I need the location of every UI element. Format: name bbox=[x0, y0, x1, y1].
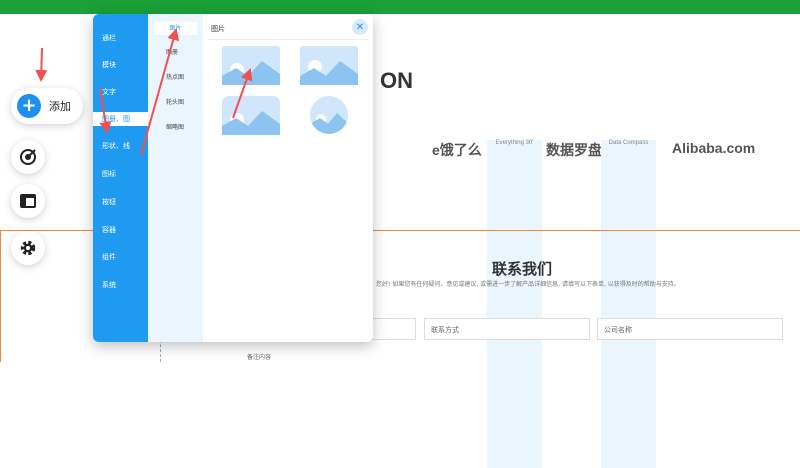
arrow-to-gallery bbox=[99, 87, 112, 134]
annotation-arrows bbox=[35, 28, 253, 156]
arrow-to-thumb bbox=[232, 68, 253, 119]
arrow-to-add bbox=[35, 47, 48, 82]
arrow-to-image bbox=[140, 28, 180, 156]
